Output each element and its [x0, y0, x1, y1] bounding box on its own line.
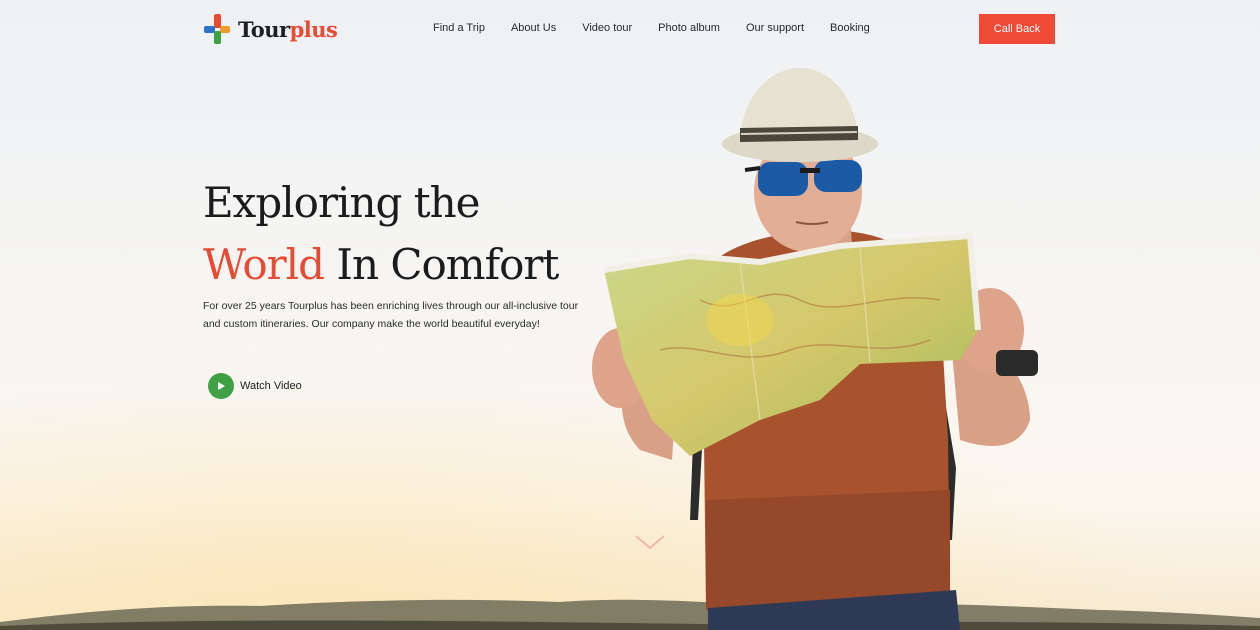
nav-item-booking[interactable]: Booking: [830, 22, 870, 34]
hero-image: [0, 68, 1260, 630]
call-back-button[interactable]: Call Back: [979, 14, 1055, 44]
chevron-down-icon: [635, 535, 665, 550]
main-nav: Find a Trip About Us Video tour Photo al…: [433, 22, 896, 34]
hero-description: For over 25 years Tourplus has been enri…: [203, 300, 579, 330]
nav-item-video-tour[interactable]: Video tour: [582, 22, 632, 34]
nav-item-our-support[interactable]: Our support: [746, 22, 804, 34]
scroll-down-button[interactable]: [634, 532, 666, 552]
hero-title-line1: Exploring the: [203, 178, 481, 227]
hero-title-line2: World In Comfort: [203, 234, 559, 296]
brand-name: Tourplus: [238, 16, 338, 42]
nav-item-about-us[interactable]: About Us: [511, 22, 556, 34]
logo-icon: [204, 14, 230, 44]
hero-title: Exploring the World In Comfort: [203, 172, 559, 296]
site-header: Tourplus Find a Trip About Us Video tour…: [0, 0, 1260, 60]
watch-video-button[interactable]: Watch Video: [208, 373, 302, 399]
brand-logo[interactable]: Tourplus: [204, 14, 338, 44]
play-icon: [208, 373, 234, 399]
nav-item-find-a-trip[interactable]: Find a Trip: [433, 22, 485, 34]
hero-title-rest: In Comfort: [324, 240, 559, 289]
hero-title-accent: World: [203, 240, 325, 289]
nav-item-photo-album[interactable]: Photo album: [658, 22, 720, 34]
watch-video-label: Watch Video: [240, 380, 302, 392]
